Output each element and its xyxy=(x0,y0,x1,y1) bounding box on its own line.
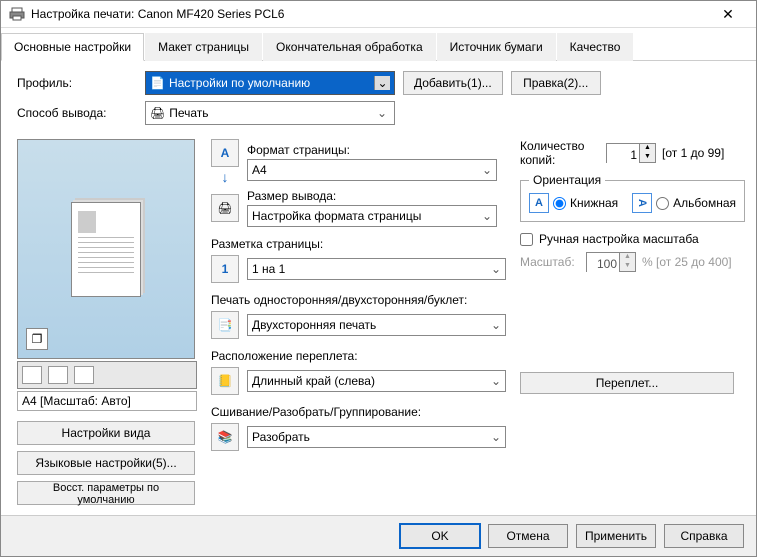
profile-select[interactable]: 📄 Настройки по умолчанию ⌄ xyxy=(145,71,395,95)
copies-input[interactable] xyxy=(607,144,639,166)
chevron-down-icon: ⌄ xyxy=(482,209,492,223)
tab-quality[interactable]: Качество xyxy=(557,33,634,61)
orientation-legend: Ориентация xyxy=(529,173,605,187)
binding-label: Расположение переплета: xyxy=(211,349,506,363)
duplex-label: Печать односторонняя/двухсторонняя/букле… xyxy=(211,293,506,307)
orientation-group: Ориентация A Книжная A Альбомная xyxy=(520,173,745,222)
page-size-select[interactable]: A4 ⌄ xyxy=(247,159,497,181)
chevron-down-icon: ⌄ xyxy=(491,374,501,388)
binding-select[interactable]: Длинный край (слева) ⌄ xyxy=(247,370,506,392)
finishing-label: Сшивание/Разобрать/Группирование: xyxy=(211,405,506,419)
spinner-down-icon[interactable]: ▼ xyxy=(639,153,655,162)
portrait-label: Книжная xyxy=(570,196,618,210)
manual-scale-label: Ручная настройка масштаба xyxy=(539,232,699,246)
manual-scale-checkbox[interactable] xyxy=(520,233,533,246)
scale-spinner: ▲▼ xyxy=(586,252,636,272)
printer-icon xyxy=(9,6,25,22)
page-size-label: Формат страницы: xyxy=(247,143,506,157)
preview-column: ❐ A4 [Масштаб: Авто] Настройки вида Язык… xyxy=(17,139,197,505)
binding-button[interactable]: Переплет... xyxy=(520,372,734,394)
print-icon: 🖨 xyxy=(150,106,165,120)
output-size-icon: 🖨 xyxy=(211,194,239,222)
layout-value: 1 на 1 xyxy=(252,262,285,276)
chevron-down-icon: ⌄ xyxy=(491,262,501,276)
tab-paper-source[interactable]: Источник бумаги xyxy=(437,33,556,61)
binding-value: Длинный край (слева) xyxy=(252,374,375,388)
title-bar: Настройка печати: Canon MF420 Series PCL… xyxy=(1,1,756,28)
copies-spinner[interactable]: ▲▼ xyxy=(606,143,656,163)
spinner-up-icon[interactable]: ▲ xyxy=(639,144,655,153)
right-column: Количество копий: ▲▼ [от 1 до 99] Ориент… xyxy=(520,139,740,505)
output-label: Способ вывода: xyxy=(17,106,137,120)
duplex-icon: 📑 xyxy=(211,311,239,339)
tab-main[interactable]: Основные настройки xyxy=(1,33,144,61)
tab-page-layout[interactable]: Макет страницы xyxy=(145,33,262,61)
profile-value: Настройки по умолчанию xyxy=(169,76,310,90)
chevron-down-icon: ⌄ xyxy=(374,106,390,120)
duplex-select[interactable]: Двухсторонняя печать ⌄ xyxy=(247,314,506,336)
layout-icon: 1 xyxy=(211,255,239,283)
finishing-value: Разобрать xyxy=(252,430,310,444)
preview-toolbar xyxy=(17,361,197,389)
arrow-down-icon: ↓ xyxy=(222,169,229,185)
restore-defaults-button[interactable]: Восст. параметры по умолчанию xyxy=(17,481,195,505)
dialog-footer: OK Отмена Применить Справка xyxy=(1,515,756,556)
portrait-icon: A xyxy=(529,193,549,213)
preview-box: ❐ xyxy=(17,139,195,359)
page-size-value: A4 xyxy=(252,163,267,177)
window-title: Настройка печати: Canon MF420 Series PCL… xyxy=(31,7,708,21)
scale-label: Масштаб: xyxy=(520,255,580,269)
content-area: Профиль: 📄 Настройки по умолчанию ⌄ Доба… xyxy=(1,61,756,515)
landscape-radio[interactable] xyxy=(656,197,669,210)
landscape-label: Альбомная xyxy=(673,196,736,210)
add-profile-button[interactable]: Добавить(1)... xyxy=(403,71,503,95)
output-size-select[interactable]: Настройка формата страницы ⌄ xyxy=(247,205,497,227)
finishing-icon: 📚 xyxy=(211,423,239,451)
help-button[interactable]: Справка xyxy=(664,524,744,548)
preview-info: A4 [Масштаб: Авто] xyxy=(17,391,197,411)
form-column: A ↓ Формат страницы: A4 ⌄ 🖨 Размер вывод… xyxy=(211,139,506,505)
output-size-label: Размер вывода: xyxy=(247,189,506,203)
layout-select[interactable]: 1 на 1 ⌄ xyxy=(247,258,506,280)
chevron-down-icon: ⌄ xyxy=(491,318,501,332)
duplex-value: Двухсторонняя печать xyxy=(252,318,376,332)
toolbar-icon-2[interactable] xyxy=(48,366,68,384)
output-value: Печать xyxy=(169,106,208,120)
toolbar-icon-3[interactable] xyxy=(74,366,94,384)
profile-doc-icon: 📄 xyxy=(150,76,165,90)
portrait-radio[interactable] xyxy=(553,197,566,210)
toolbar-icon-1[interactable] xyxy=(22,366,42,384)
language-settings-button[interactable]: Языковые настройки(5)... xyxy=(17,451,195,475)
layout-label: Разметка страницы: xyxy=(211,237,506,251)
scale-range: % [от 25 до 400] xyxy=(642,255,732,269)
preview-stack-icon: ❐ xyxy=(26,328,48,350)
page-size-icon: A xyxy=(211,139,239,167)
chevron-down-icon: ⌄ xyxy=(482,163,492,177)
chevron-down-icon: ⌄ xyxy=(491,430,501,444)
landscape-icon: A xyxy=(632,193,652,213)
profile-label: Профиль: xyxy=(17,76,137,90)
chevron-down-icon: ⌄ xyxy=(374,76,390,90)
binding-icon: 📒 xyxy=(211,367,239,395)
copies-label: Количество копий: xyxy=(520,139,600,167)
view-settings-button[interactable]: Настройки вида xyxy=(17,421,195,445)
ok-button[interactable]: OK xyxy=(400,524,480,548)
close-button[interactable]: ✕ xyxy=(708,6,748,23)
output-size-value: Настройка формата страницы xyxy=(252,209,421,223)
tab-finishing[interactable]: Окончательная обработка xyxy=(263,33,436,61)
cancel-button[interactable]: Отмена xyxy=(488,524,568,548)
output-select[interactable]: 🖨 Печать ⌄ xyxy=(145,101,395,125)
edit-profile-button[interactable]: Правка(2)... xyxy=(511,71,601,95)
page-preview-icon xyxy=(71,202,141,297)
copies-range: [от 1 до 99] xyxy=(662,146,724,160)
finishing-select[interactable]: Разобрать ⌄ xyxy=(247,426,506,448)
scale-input xyxy=(587,253,619,275)
tab-bar: Основные настройки Макет страницы Оконча… xyxy=(1,32,756,61)
apply-button[interactable]: Применить xyxy=(576,524,656,548)
